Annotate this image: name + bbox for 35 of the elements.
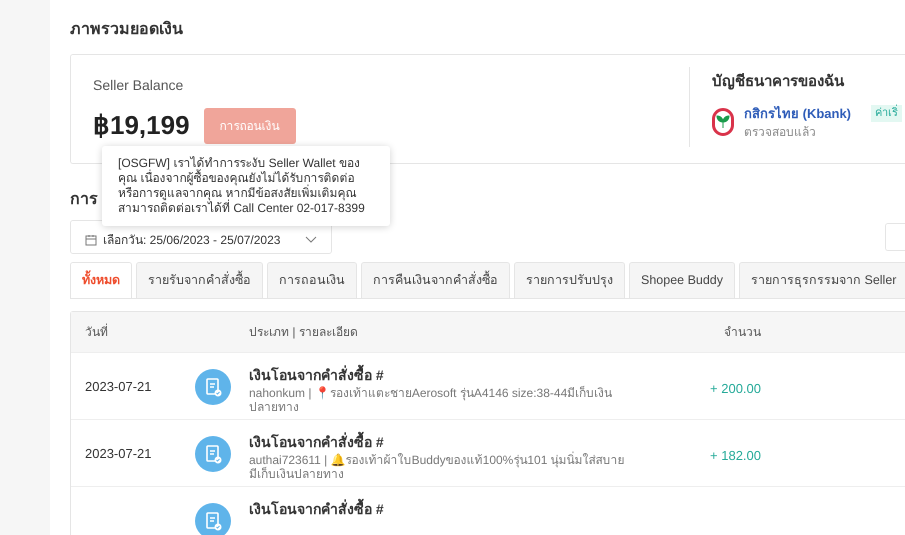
column-header: ประเภท | รายละเอียด [249,324,359,341]
bank-name: กสิกรไทย (Kbank) [744,104,851,123]
order-transfer-icon [195,436,231,472]
transaction-detail: authai723611 | 🔔รองเท้าผ้าใบBuddyของแท้100%รุ่น101 นุ่มนิ่มใส่สบายมีเก็บเงินปลายทาง [249,453,626,481]
amount-cell: + 200.00 [710,381,761,396]
balance-label: Seller Balance [93,76,184,95]
amount-cell: + 182.00 [710,448,761,463]
tab[interactable]: รายการปรับปรุง [514,262,625,298]
default-tag: ค่าเริ่ [871,105,902,122]
bank-status: ตรวจสอบแล้ว [744,124,817,141]
partial-button[interactable] [885,223,905,251]
page-title: ภาพรวมยอดเงิน [70,20,184,40]
transaction-title: เงินโอนจากคำสั่งซื้อ # [249,432,639,453]
date-cell: 2023-07-21 [85,446,152,461]
order-transfer-icon [195,369,231,405]
date-filter[interactable]: เลือกวัน: 25/06/2023 - 25/07/2023 [70,220,332,254]
chevron-down-icon [305,236,317,244]
balance-amount: ฿19,199 [93,109,190,142]
column-header: จำนวน [723,324,761,341]
column-header: วันที่ [85,323,109,341]
tab[interactable]: การถอนเงิน [267,262,357,298]
bank-title: บัญชีธนาคารของฉัน [712,72,846,92]
transaction-title: เงินโอนจากคำสั่งซื้อ # [249,499,639,520]
bank-logo-icon [712,108,734,136]
tab[interactable]: Shopee Buddy [629,262,736,298]
warning-tooltip: [OSGFW] เราได้ทำการระงับ Seller Wallet ของคุณ เนื่องจากผู้ซื้อของคุณยังไม่ได้รับการติดต่อหรือการดูแลจากคุณ หากมีข้อสงสัยเพิ่มเติมคุณสามารถติดต่อเราได้ที่ Call Center 02-017-8399 [102,146,390,226]
tab[interactable]: ทั้งหมด [70,262,132,298]
transaction-title: เงินโอนจากคำสั่งซื้อ # [249,365,639,386]
transaction-detail: nahonkum | 📍รองเท้าแตะชายAerosoft รุ่นA4146 size:38-44มีเก็บเงินปลายทาง [249,386,614,414]
date-cell: 2023-07-21 [85,379,152,394]
tab[interactable]: รายรับจากคำสั่งซื้อ [136,262,263,298]
tab[interactable]: รายการธุรกรรมจาก Seller [739,262,905,298]
transactions-title: การ [70,191,98,208]
calendar-icon [85,234,97,246]
tab[interactable]: การคืนเงินจากคำสั่งซื้อ [361,262,510,298]
